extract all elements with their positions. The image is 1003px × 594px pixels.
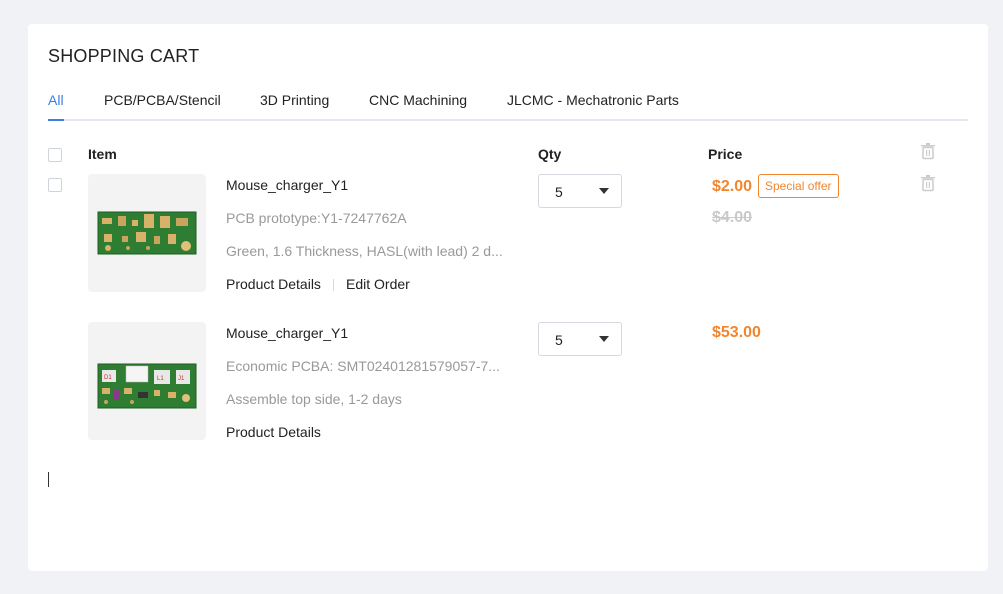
product-details-link[interactable]: Product Details xyxy=(226,424,321,440)
original-price: $4.00 xyxy=(712,209,753,226)
quantity-select[interactable]: 5 xyxy=(538,174,622,208)
svg-text:D1: D1 xyxy=(104,375,112,381)
product-spec-line: Economic PCBA: SMT02401281579057-7... xyxy=(226,358,500,374)
edit-order-link[interactable]: Edit Order xyxy=(346,276,410,292)
delete-all-trash-icon[interactable] xyxy=(920,142,936,160)
svg-text:L1: L1 xyxy=(157,376,164,382)
link-divider xyxy=(333,279,334,291)
special-offer-badge: Special offer xyxy=(758,174,839,198)
chevron-down-icon xyxy=(599,336,609,342)
product-name: Mouse_charger_Y1 xyxy=(226,325,349,341)
quantity-value: 5 xyxy=(555,332,563,348)
shopping-cart-panel: SHOPPING CART All PCB/PCBA/Stencil 3D Pr… xyxy=(28,24,988,571)
text-cursor xyxy=(48,472,49,487)
item-price: $2.00 xyxy=(712,178,753,195)
product-spec-line: Green, 1.6 Thickness, HASL(with lead) 2 … xyxy=(226,243,503,259)
tab-all[interactable]: All xyxy=(48,92,64,121)
category-tabs: All PCB/PCBA/Stencil 3D Printing CNC Mac… xyxy=(48,92,968,121)
product-name: Mouse_charger_Y1 xyxy=(226,177,349,193)
product-spec-line: Assemble top side, 1-2 days xyxy=(226,391,402,407)
page-title: SHOPPING CART xyxy=(48,46,200,66)
chevron-down-icon xyxy=(599,188,609,194)
item-price: $53.00 xyxy=(712,324,761,341)
product-thumbnail[interactable] xyxy=(88,174,206,292)
delete-item-trash-icon[interactable] xyxy=(920,174,936,192)
item-checkbox[interactable] xyxy=(48,178,62,192)
pcb-board-image xyxy=(97,211,197,255)
tab-pcb-pcba-stencil[interactable]: PCB/PCBA/Stencil xyxy=(104,92,221,119)
column-header-item: Item xyxy=(88,146,117,162)
product-thumbnail[interactable]: D1 L1 J1 xyxy=(88,322,206,440)
product-details-link[interactable]: Product Details xyxy=(226,276,321,292)
tab-3d-printing[interactable]: 3D Printing xyxy=(260,92,329,119)
column-header-qty: Qty xyxy=(538,146,562,162)
product-spec-line: PCB prototype:Y1-7247762A xyxy=(226,210,407,226)
tab-jlcmc-mechatronic-parts[interactable]: JLCMC - Mechatronic Parts xyxy=(507,92,679,119)
select-all-checkbox[interactable] xyxy=(48,148,62,162)
quantity-value: 5 xyxy=(555,184,563,200)
svg-text:J1: J1 xyxy=(178,376,185,382)
quantity-select[interactable]: 5 xyxy=(538,322,622,356)
pcba-board-image: D1 L1 J1 xyxy=(97,363,197,409)
column-header-price: Price xyxy=(708,146,743,162)
tab-cnc-machining[interactable]: CNC Machining xyxy=(369,92,467,119)
